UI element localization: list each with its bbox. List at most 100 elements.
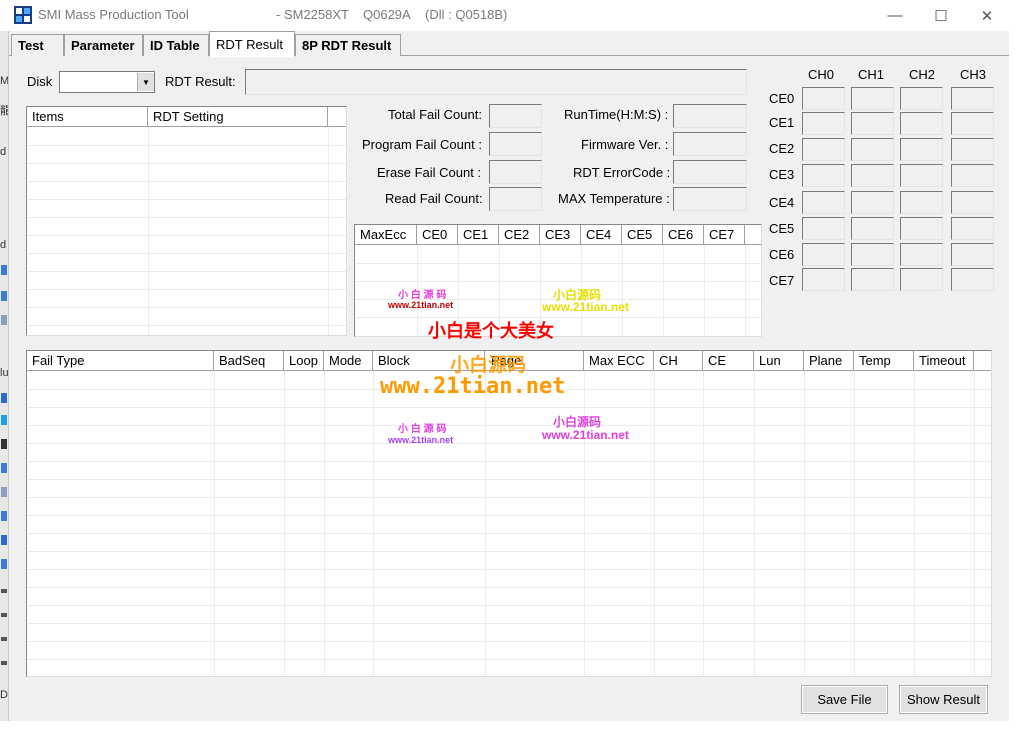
max-temperature-label: MAX Temperature :	[558, 191, 670, 206]
fail-table-header: Fail Type BadSeq Loop Mode Block Page Ma…	[27, 351, 991, 371]
column-header-ce3[interactable]: CE3	[540, 225, 581, 245]
tab-test[interactable]: Test	[11, 34, 64, 56]
maxecc-table[interactable]: MaxEcc CE0 CE1 CE2 CE3 CE4 CE5 CE6 CE7	[354, 224, 762, 337]
firmware-ver-field	[673, 132, 747, 156]
column-header-ce4[interactable]: CE4	[581, 225, 622, 245]
tab-8p-rdt-result[interactable]: 8P RDT Result	[295, 34, 401, 56]
column-header-ch[interactable]: CH	[654, 351, 703, 371]
tab-rdt-result[interactable]: RDT Result	[209, 31, 295, 57]
maximize-button[interactable]: ☐	[918, 0, 964, 31]
program-fail-count-field	[489, 132, 542, 156]
strip-text: d	[0, 239, 7, 251]
tab-parameter[interactable]: Parameter	[64, 34, 143, 56]
ch-ce-cell	[951, 268, 994, 291]
ch-ce-cell	[802, 112, 845, 135]
ch-ce-cell	[900, 164, 943, 187]
column-header-ce2[interactable]: CE2	[499, 225, 540, 245]
rdt-result-field	[245, 69, 747, 95]
column-header-page[interactable]: Page	[485, 351, 584, 371]
disk-select[interactable]: ▼	[59, 71, 155, 93]
title-bar: SMI Mass Production Tool - SM2258XT Q062…	[0, 0, 1018, 31]
ce-row-label: CE5	[769, 221, 795, 236]
read-fail-count-field	[489, 187, 542, 211]
ch-ce-cell	[851, 217, 894, 240]
strip-icon	[1, 415, 7, 425]
ch-ce-cell	[900, 112, 943, 135]
max-temperature-field	[673, 187, 747, 211]
strip-icon	[1, 661, 7, 665]
column-header-ce[interactable]: CE	[703, 351, 754, 371]
ch-ce-cell	[951, 138, 994, 161]
tab-id-table[interactable]: ID Table	[143, 34, 209, 56]
ch-ce-cell	[802, 191, 845, 214]
column-header-ce7[interactable]: CE7	[704, 225, 745, 245]
strip-icon	[1, 291, 7, 301]
strip-icon	[1, 463, 7, 473]
ch-header: CH1	[858, 67, 885, 82]
total-fail-count-field	[489, 104, 542, 128]
strip-text: d	[0, 146, 7, 158]
column-header-lun[interactable]: Lun	[754, 351, 804, 371]
program-fail-count-label: Program Fail Count :	[362, 137, 482, 152]
fail-table[interactable]: Fail Type BadSeq Loop Mode Block Page Ma…	[26, 350, 992, 677]
strip-text: D	[0, 689, 8, 701]
show-result-button[interactable]: Show Result	[899, 685, 988, 714]
strip-icon	[1, 637, 7, 641]
column-header-rdt-setting[interactable]: RDT Setting	[148, 107, 328, 127]
maximize-icon: ☐	[934, 7, 948, 25]
ce-row-label: CE3	[769, 167, 795, 182]
close-icon: ✕	[980, 7, 994, 25]
minimize-icon: —	[887, 7, 903, 24]
column-header-loop[interactable]: Loop	[284, 351, 324, 371]
ch-ce-cell	[851, 112, 894, 135]
firmware-ver-label: Firmware Ver. :	[581, 137, 669, 152]
ch-ce-cell	[802, 268, 845, 291]
column-header-ce0[interactable]: CE0	[417, 225, 458, 245]
strip-icon	[1, 439, 7, 449]
rdt-result-label: RDT Result:	[165, 74, 236, 89]
maxecc-table-header: MaxEcc CE0 CE1 CE2 CE3 CE4 CE5 CE6 CE7	[355, 225, 761, 245]
ch-ce-cell	[951, 191, 994, 214]
items-table-header: Items RDT Setting	[27, 107, 346, 127]
column-header-mode[interactable]: Mode	[324, 351, 373, 371]
column-header-ce6[interactable]: CE6	[663, 225, 704, 245]
ch-ce-cell	[851, 87, 894, 110]
column-header-plane[interactable]: Plane	[804, 351, 854, 371]
column-header-fail-type[interactable]: Fail Type	[27, 351, 214, 371]
ch-ce-cell	[900, 87, 943, 110]
disk-label: Disk	[27, 74, 53, 89]
column-header-block[interactable]: Block	[373, 351, 485, 371]
ch-ce-cell	[951, 217, 994, 240]
read-fail-count-label: Read Fail Count:	[385, 191, 483, 206]
strip-icon	[1, 535, 7, 545]
ch-header: CH0	[808, 67, 835, 82]
items-table[interactable]: Items RDT Setting	[26, 106, 347, 336]
minimize-button[interactable]: —	[872, 0, 918, 31]
column-header-timeout[interactable]: Timeout	[914, 351, 974, 371]
close-button[interactable]: ✕	[964, 0, 1010, 31]
ch-ce-cell	[951, 243, 994, 266]
column-header-temp[interactable]: Temp	[854, 351, 914, 371]
column-header-max-ecc[interactable]: Max ECC	[584, 351, 654, 371]
runtime-label: RunTime(H:M:S) :	[564, 107, 669, 122]
ch-ce-grid: CH0 CH1 CH2 CH3 CE0 CE1 CE2 CE3 CE4 CE5 …	[762, 61, 1008, 296]
ch-ce-cell	[851, 191, 894, 214]
ch-header: CH2	[909, 67, 936, 82]
column-header-badseq[interactable]: BadSeq	[214, 351, 284, 371]
column-header-ce1[interactable]: CE1	[458, 225, 499, 245]
strip-icon	[1, 613, 7, 617]
ch-ce-cell	[851, 164, 894, 187]
strip-icon	[1, 559, 7, 569]
strip-icon	[1, 487, 7, 497]
column-header-maxecc[interactable]: MaxEcc	[355, 225, 417, 245]
save-file-button[interactable]: Save File	[801, 685, 888, 714]
column-header-ce5[interactable]: CE5	[622, 225, 663, 245]
ch-ce-cell	[900, 268, 943, 291]
ch-ce-cell	[900, 243, 943, 266]
column-header-items[interactable]: Items	[27, 107, 148, 127]
ch-ce-cell	[802, 138, 845, 161]
ch-ce-cell	[851, 138, 894, 161]
ch-ce-cell	[802, 164, 845, 187]
chevron-down-icon[interactable]: ▼	[137, 73, 154, 91]
ce-row-label: CE1	[769, 115, 795, 130]
